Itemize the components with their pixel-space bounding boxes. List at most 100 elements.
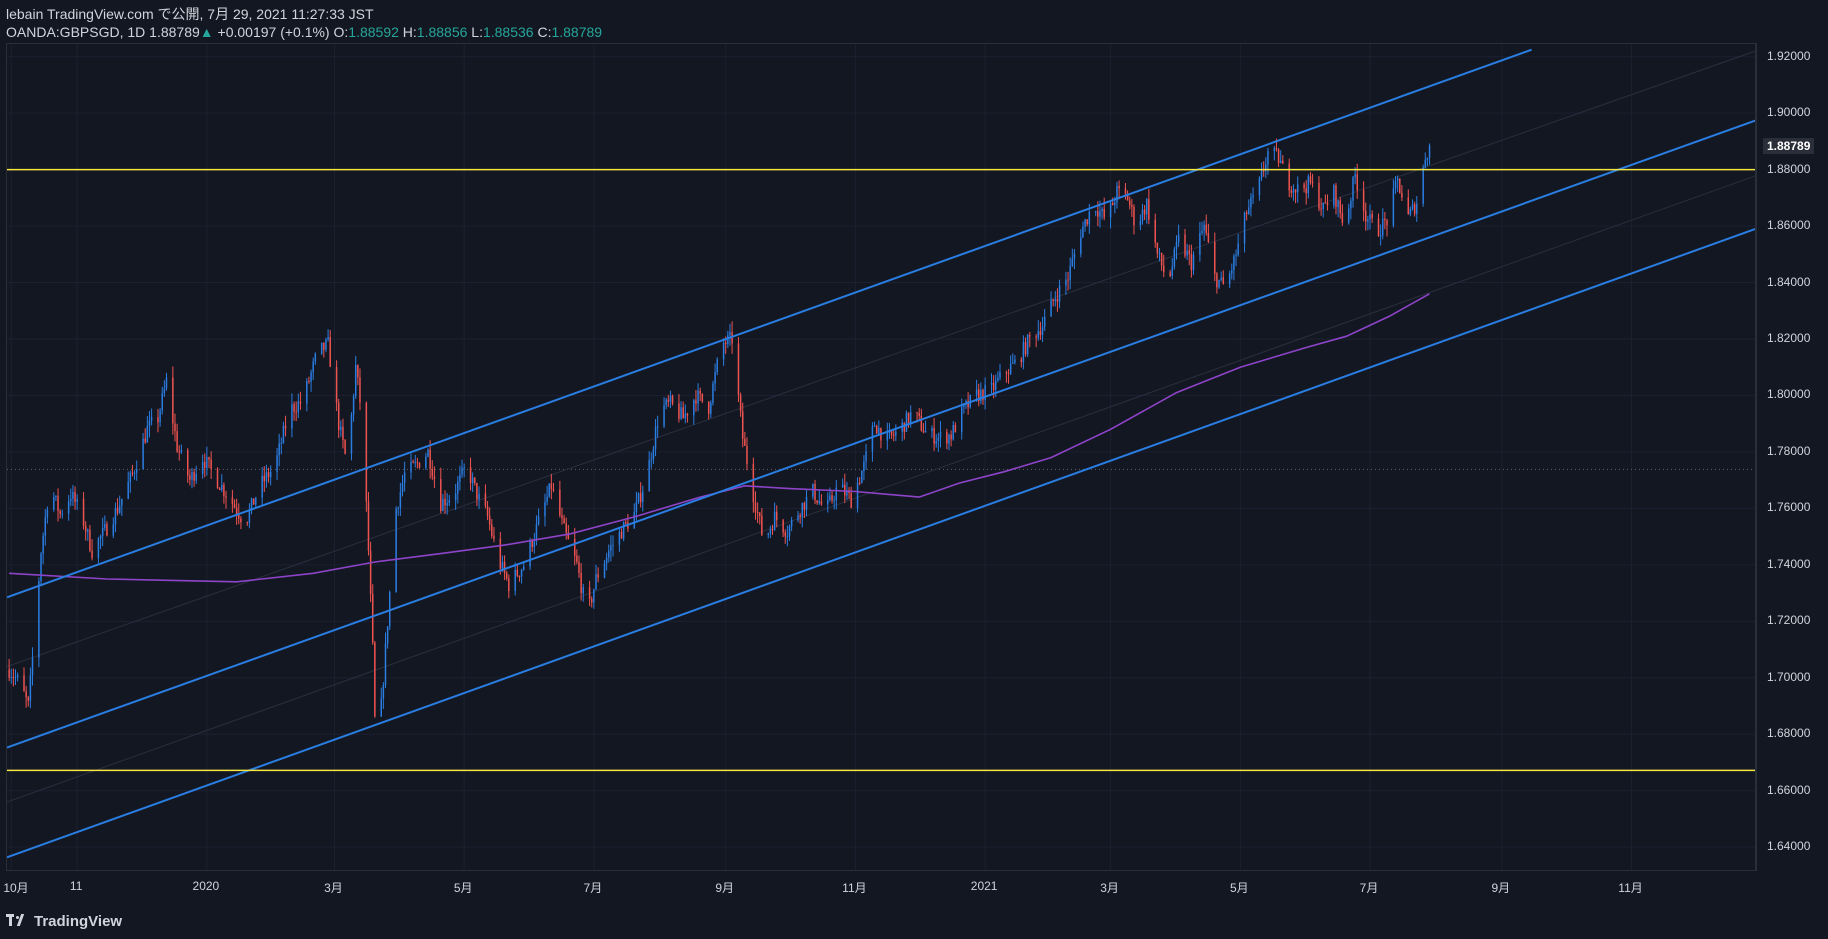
candle-body: [84, 525, 87, 532]
candle-body: [605, 557, 608, 564]
last-price-marker: 1.88789: [1763, 138, 1815, 155]
candle-body: [53, 496, 55, 510]
candle-body: [1222, 277, 1225, 285]
candle-body: [1409, 208, 1412, 215]
candle-body: [1282, 160, 1284, 164]
candle-body: [712, 383, 714, 403]
candle-body: [895, 431, 897, 436]
chart-header: lebain TradingView.com で公開, 7月 29, 2021 …: [6, 5, 602, 41]
price-chart[interactable]: [7, 44, 1756, 871]
candle-body: [635, 501, 638, 512]
candle-body: [861, 471, 863, 484]
candle-body: [1248, 207, 1250, 214]
candle-body: [335, 366, 338, 403]
candle-body: [225, 496, 227, 498]
candle-body: [686, 413, 689, 416]
candle-body: [1262, 170, 1265, 172]
last-price: 1.88789: [149, 24, 200, 40]
tradingview-logo[interactable]: TradingView: [6, 909, 122, 933]
candle-body: [263, 475, 266, 482]
candle-body: [892, 434, 895, 436]
candle-body: [233, 504, 236, 508]
candle-body: [440, 478, 442, 512]
candle-body: [340, 426, 342, 430]
candle-body: [461, 467, 463, 475]
candle-body: [625, 522, 627, 524]
candle-body: [261, 475, 263, 498]
candle-body: [580, 572, 582, 594]
candle-body: [1139, 221, 1142, 226]
candle-body: [573, 539, 576, 556]
candle-body: [14, 677, 17, 679]
candle-body: [354, 365, 357, 397]
price-axis[interactable]: 1.92000 1.90000 1.88000 1.86000 1.84000 1.820…: [1756, 43, 1828, 871]
candle-body: [1233, 255, 1235, 271]
candle-body: [282, 425, 285, 443]
candle-body: [1318, 182, 1320, 209]
candle-body: [1288, 163, 1290, 191]
candle-body: [669, 395, 672, 402]
candle-body: [10, 677, 13, 679]
candle-body: [786, 536, 789, 538]
candle-body: [397, 507, 400, 509]
candle-body: [1054, 299, 1057, 301]
candle-body: [693, 400, 695, 416]
candle-body: [231, 497, 234, 505]
candle-body: [1143, 209, 1146, 215]
candle-body: [699, 390, 701, 394]
candle-body: [535, 524, 538, 540]
candle-body: [488, 515, 491, 525]
candle-body: [176, 431, 178, 452]
channel-line-middle: [7, 119, 1755, 749]
candle-body: [350, 414, 353, 454]
channel-midline: [7, 175, 1755, 803]
candle-body: [775, 511, 778, 521]
candle-body: [727, 335, 729, 344]
candle-body: [905, 412, 908, 432]
candle-body: [276, 455, 278, 472]
price-change: +0.00197 (+0.1%): [217, 24, 330, 40]
symbol-label[interactable]: OANDA:GBPSGD, 1D: [6, 23, 145, 41]
time-tick-label: 3月: [324, 881, 343, 895]
up-arrow-icon: ▲: [199, 24, 214, 40]
candle-body: [618, 531, 621, 545]
candle-body: [357, 365, 359, 378]
candle-body: [827, 499, 829, 505]
candle-body: [57, 495, 59, 512]
candle-body: [208, 456, 210, 460]
high-value: 1.88856: [416, 24, 468, 40]
candle-body: [323, 342, 325, 350]
candle-body: [931, 428, 933, 432]
candle-body: [652, 449, 655, 460]
candle-body: [873, 425, 876, 427]
candle-body: [1082, 226, 1084, 238]
candle-body: [165, 377, 168, 389]
candle-body: [374, 642, 376, 717]
time-tick-label: 10月: [3, 881, 29, 895]
chart-plot-area[interactable]: [6, 43, 1756, 871]
candle-body: [909, 412, 912, 423]
candle-body: [72, 492, 74, 499]
candle-body: [310, 372, 312, 382]
candle-body: [97, 538, 100, 558]
time-tick-label: 3月: [1100, 881, 1119, 895]
candle-body: [159, 410, 161, 423]
candle-body: [1014, 359, 1016, 363]
candle-body: [918, 413, 920, 417]
candle-body: [1065, 279, 1067, 286]
candle-body: [701, 393, 704, 402]
candle-body: [797, 515, 799, 521]
candle-body: [410, 461, 412, 473]
candle-body: [131, 472, 134, 474]
candle-body: [1382, 218, 1384, 236]
candle-body: [741, 411, 744, 439]
candle-body: [31, 657, 34, 676]
candle-body: [1267, 151, 1269, 165]
candle-body: [803, 502, 806, 510]
price-tick-label: 1.68000: [1767, 726, 1811, 741]
candle-body: [610, 545, 612, 551]
time-axis[interactable]: 10月 11 2020 3月 5月 7月 9月 11月 2021 3月 5月 7月 9月 11月: [3, 871, 1756, 895]
candle-body: [529, 540, 531, 567]
candle-body: [1116, 186, 1118, 203]
candle-body: [1307, 176, 1310, 194]
